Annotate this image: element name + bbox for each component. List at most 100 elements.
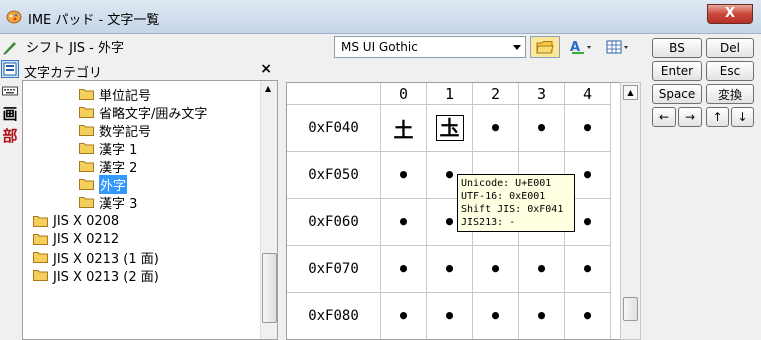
tree-item-label: 単位記号 bbox=[99, 88, 152, 104]
column-header: 1 bbox=[427, 83, 473, 105]
tooltip-jis213: JIS213: - bbox=[461, 217, 516, 228]
tree-item-selected[interactable]: 外字 bbox=[79, 174, 128, 194]
category-panel-header: 文字カテゴリ × bbox=[22, 60, 278, 81]
tree-item[interactable]: JIS X 0213 (2 面) bbox=[33, 266, 159, 285]
character-cell[interactable]: • bbox=[427, 246, 473, 293]
tree-item-label: 省略文字/囲み文字 bbox=[99, 106, 208, 122]
character-cell-hovered[interactable]: 圡 bbox=[427, 105, 473, 152]
grid-scrollbar[interactable]: ▲ bbox=[620, 82, 641, 340]
arrow-left-key[interactable]: ← bbox=[652, 107, 676, 127]
convert-key[interactable]: 変換 bbox=[706, 84, 754, 104]
tree-item[interactable]: 漢字 2 bbox=[79, 157, 138, 176]
folder-icon bbox=[79, 161, 94, 172]
handwriting-mode-icon[interactable] bbox=[1, 38, 19, 56]
folder-icon bbox=[33, 216, 48, 227]
column-header: 4 bbox=[565, 83, 611, 105]
window-close-button[interactable]: X bbox=[707, 4, 753, 24]
row-header: 0xF050 bbox=[287, 152, 381, 199]
tree-item-label: 漢字 1 bbox=[99, 142, 138, 158]
grid-corner bbox=[287, 83, 381, 105]
tree-item[interactable]: JIS X 0213 (1 面) bbox=[33, 248, 159, 267]
tree-scrollbar-thumb[interactable] bbox=[262, 253, 277, 323]
folder-icon bbox=[79, 197, 94, 208]
chevron-down-icon bbox=[513, 45, 521, 50]
tree-item[interactable]: 漢字 3 bbox=[79, 193, 138, 212]
category-tree: 単位記号 省略文字/囲み文字 数学記号 漢字 1 漢字 2 外字 漢字 3 JI… bbox=[22, 80, 278, 340]
scroll-up-arrow-icon[interactable]: ▲ bbox=[265, 84, 271, 93]
backspace-key[interactable]: BS bbox=[652, 38, 702, 58]
grid-view-icon bbox=[606, 40, 628, 54]
category-view-toggle-button[interactable] bbox=[530, 36, 560, 58]
escape-key[interactable]: Esc bbox=[706, 61, 754, 81]
character-glyph: 圡 bbox=[435, 115, 464, 141]
tree-item[interactable]: JIS X 0212 bbox=[33, 230, 119, 248]
ime-pad-app-icon bbox=[6, 10, 22, 24]
tooltip-utf16: UTF-16: 0xE001 bbox=[461, 191, 546, 202]
tree-item-label: 漢字 3 bbox=[99, 196, 138, 212]
tree-item-label: JIS X 0213 (1 面) bbox=[53, 251, 159, 267]
tree-item[interactable]: JIS X 0208 bbox=[33, 212, 119, 230]
tree-item[interactable]: 省略文字/囲み文字 bbox=[79, 103, 208, 122]
column-header: 0 bbox=[381, 83, 427, 105]
character-cell[interactable]: • bbox=[381, 199, 427, 246]
character-cell[interactable]: • bbox=[427, 293, 473, 339]
soft-keyboard-mode-icon[interactable] bbox=[1, 82, 19, 100]
character-cell[interactable]: 土 bbox=[381, 105, 427, 152]
folder-icon bbox=[33, 234, 48, 245]
character-list-mode-icon[interactable] bbox=[1, 60, 19, 78]
category-panel-close-button[interactable]: × bbox=[260, 61, 272, 77]
character-cell[interactable]: • bbox=[565, 105, 611, 152]
character-cell[interactable]: • bbox=[473, 246, 519, 293]
ime-pad-mode-toolbar: 画 部 bbox=[0, 34, 20, 340]
delete-key[interactable]: Del bbox=[706, 38, 754, 58]
tree-item-label: 数学記号 bbox=[99, 124, 152, 140]
row-header: 0xF070 bbox=[287, 246, 381, 293]
grid-scrollbar-thumb[interactable] bbox=[623, 297, 638, 321]
category-panel-title: 文字カテゴリ bbox=[24, 66, 103, 81]
folder-icon bbox=[79, 179, 94, 190]
enter-key[interactable]: Enter bbox=[652, 61, 702, 81]
stroke-count-mode-button[interactable]: 画 bbox=[1, 104, 19, 123]
tooltip-unicode: Unicode: U+E001 bbox=[461, 178, 552, 189]
tooltip-shift-jis: Shift JIS: 0xF041 bbox=[461, 204, 564, 215]
tree-item-label: 外字 bbox=[99, 174, 128, 194]
space-key[interactable]: Space bbox=[652, 84, 702, 104]
arrow-up-key[interactable]: ↑ bbox=[706, 107, 729, 127]
arrow-down-key[interactable]: ↓ bbox=[731, 107, 754, 127]
view-options-button[interactable] bbox=[603, 36, 633, 58]
font-select[interactable]: MS UI Gothic bbox=[334, 36, 526, 58]
folder-icon bbox=[33, 252, 48, 263]
character-cell[interactable]: • bbox=[381, 152, 427, 199]
column-header: 3 bbox=[519, 83, 565, 105]
tree-item[interactable]: 数学記号 bbox=[79, 121, 152, 140]
character-cell[interactable]: • bbox=[473, 105, 519, 152]
folder-open-icon bbox=[536, 41, 554, 54]
character-cell[interactable]: • bbox=[565, 293, 611, 339]
folder-icon bbox=[79, 125, 94, 136]
character-cell[interactable]: • bbox=[381, 293, 427, 339]
tree-item-label: 漢字 2 bbox=[99, 160, 138, 176]
character-cell[interactable]: • bbox=[565, 246, 611, 293]
character-cell[interactable]: • bbox=[519, 246, 565, 293]
character-cell[interactable]: • bbox=[381, 246, 427, 293]
row-header: 0xF040 bbox=[287, 105, 381, 152]
character-grid: 0 1 2 3 4 0xF040 土 圡 • • • 0xF050 • • • … bbox=[286, 82, 626, 340]
arrow-right-key[interactable]: → bbox=[678, 107, 702, 127]
tree-item-label: JIS X 0213 (2 面) bbox=[53, 269, 159, 285]
scroll-up-arrow-icon[interactable]: ▲ bbox=[623, 85, 638, 100]
tree-scrollbar[interactable]: ▲ bbox=[260, 81, 277, 339]
column-header: 2 bbox=[473, 83, 519, 105]
radical-mode-button[interactable]: 部 bbox=[1, 126, 19, 145]
font-size-button[interactable]: A bbox=[565, 36, 597, 58]
font-select-value: MS UI Gothic bbox=[341, 40, 418, 54]
font-color-icon: A bbox=[570, 40, 591, 55]
row-header: 0xF060 bbox=[287, 199, 381, 246]
tree-item[interactable]: 漢字 1 bbox=[79, 139, 138, 158]
folder-icon bbox=[33, 270, 48, 281]
character-cell[interactable]: • bbox=[473, 293, 519, 339]
folder-icon bbox=[79, 89, 94, 100]
character-cell[interactable]: • bbox=[519, 293, 565, 339]
character-cell[interactable]: • bbox=[519, 105, 565, 152]
character-set-label: シフト JIS - 外字 bbox=[26, 41, 125, 56]
tree-item[interactable]: 単位記号 bbox=[79, 85, 152, 104]
